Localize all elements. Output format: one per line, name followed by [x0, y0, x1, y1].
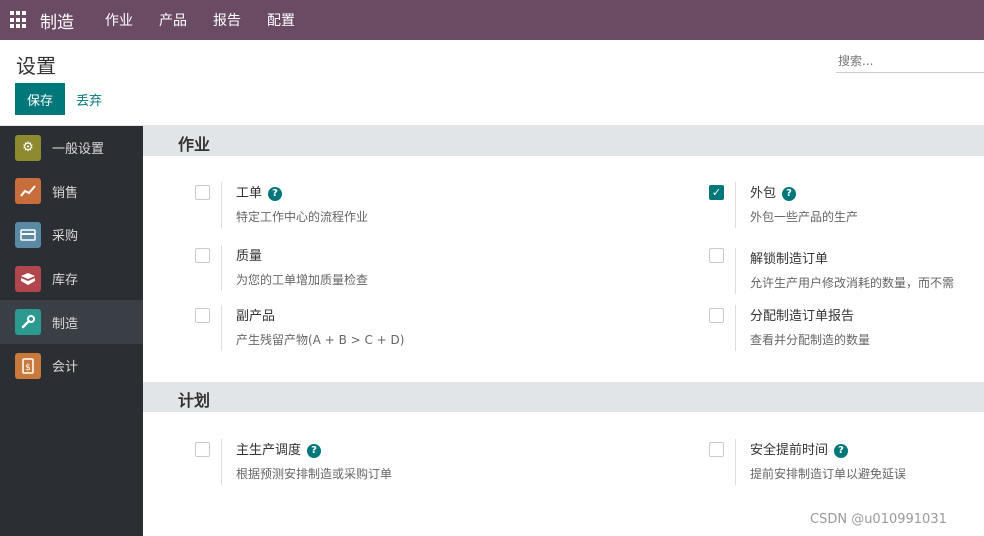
help-icon[interactable]: ? [268, 187, 283, 201]
setting-title: 安全提前时间 [750, 443, 829, 458]
mps-checkbox[interactable] [195, 442, 210, 457]
top-navbar: 制造 作业 产品 报告 配置 [0, 0, 984, 40]
setting-title: 质量 [236, 249, 263, 264]
section-header-operations: 作业 [143, 126, 984, 156]
help-icon[interactable]: ? [834, 444, 849, 458]
app-name[interactable]: 制造 [40, 8, 74, 33]
credit-card-icon [15, 221, 41, 248]
sidebar-item-label: 一般设置 [52, 142, 105, 158]
section-title: 计划 [178, 391, 211, 410]
setting-title: 副产品 [236, 309, 276, 324]
setting-title: 外包 [750, 186, 777, 201]
sidebar-item-general-settings[interactable]: ⚙ 一般设置 [0, 126, 143, 170]
svg-text:$: $ [25, 363, 31, 373]
search-input[interactable] [836, 49, 984, 73]
quality-checkbox[interactable] [195, 248, 210, 263]
sidebar-item-label: 库存 [52, 273, 79, 289]
setting-title: 解锁制造订单 [750, 252, 829, 267]
subcontracting-checkbox[interactable]: ✓ [709, 185, 724, 200]
setting-description: 为您的工单增加质量检查 [236, 273, 369, 287]
setting-description: 特定工作中心的流程作业 [236, 210, 369, 224]
sidebar-item-label: 制造 [52, 316, 79, 332]
sidebar-item-label: 采购 [52, 229, 79, 245]
sidebar-item-sales[interactable]: 销售 [0, 170, 143, 214]
setting-description: 提前安排制造订单以避免延误 [750, 467, 907, 481]
unlock-mo-checkbox[interactable] [709, 248, 724, 263]
section-title: 作业 [178, 135, 211, 154]
menu-configuration[interactable]: 配置 [267, 10, 295, 30]
setting-unlock-manufacturing-orders: 解锁制造订单 允许生产用户修改消耗的数量，而不需 [709, 248, 984, 298]
setting-description: 根据预测安排制造或采购订单 [236, 467, 393, 481]
sidebar-item-manufacturing[interactable]: 制造 [0, 300, 143, 344]
save-button[interactable]: 保存 [15, 83, 65, 115]
control-panel: 设置 保存 丢弃 [0, 40, 984, 126]
setting-description: 查看并分配制造的数量 [750, 333, 871, 347]
menu-reporting[interactable]: 报告 [213, 10, 241, 30]
by-products-checkbox[interactable] [195, 308, 210, 323]
sidebar-item-purchase[interactable]: 采购 [0, 213, 143, 257]
invoice-icon: $ [15, 352, 41, 379]
sidebar-item-accounting[interactable]: $ 会计 [0, 344, 143, 388]
setting-title: 主生产调度 [236, 443, 302, 458]
help-icon[interactable]: ? [782, 187, 797, 201]
sidebar-item-inventory[interactable]: 库存 [0, 257, 143, 301]
apps-grid-icon[interactable] [10, 11, 28, 29]
section-header-planning: 计划 [143, 382, 984, 412]
setting-description: 外包一些产品的生产 [750, 210, 859, 224]
security-lead-time-checkbox[interactable] [709, 442, 724, 457]
setting-description: 允许生产用户修改消耗的数量，而不需 [750, 276, 955, 290]
wrench-icon [15, 309, 41, 336]
box-icon [15, 265, 41, 292]
settings-sidebar: ⚙ 一般设置 销售 采购 库存 制造 $ 会计 [0, 126, 143, 536]
setting-description: 产生残留产物(A + B > C + D) [236, 333, 405, 347]
discard-button[interactable]: 丢弃 [76, 90, 102, 109]
chart-icon [15, 178, 41, 205]
page-title: 设置 [16, 54, 56, 78]
setting-title: 工单 [236, 186, 263, 201]
setting-title: 分配制造订单报告 [750, 309, 855, 324]
watermark: CSDN @u010991031 [810, 512, 947, 527]
gear-icon: ⚙ [15, 134, 41, 161]
settings-content: 作业 工单? 特定工作中心的流程作业 ✓ 外包? 外包一些产品的生产 质量 为您… [143, 126, 984, 536]
help-icon[interactable]: ? [307, 444, 322, 458]
allocation-report-checkbox[interactable] [709, 308, 724, 323]
sidebar-item-label: 销售 [52, 185, 79, 201]
menu-operations[interactable]: 作业 [105, 10, 133, 30]
sidebar-item-label: 会计 [52, 360, 79, 376]
menu-products[interactable]: 产品 [159, 10, 187, 30]
work-orders-checkbox[interactable] [195, 185, 210, 200]
